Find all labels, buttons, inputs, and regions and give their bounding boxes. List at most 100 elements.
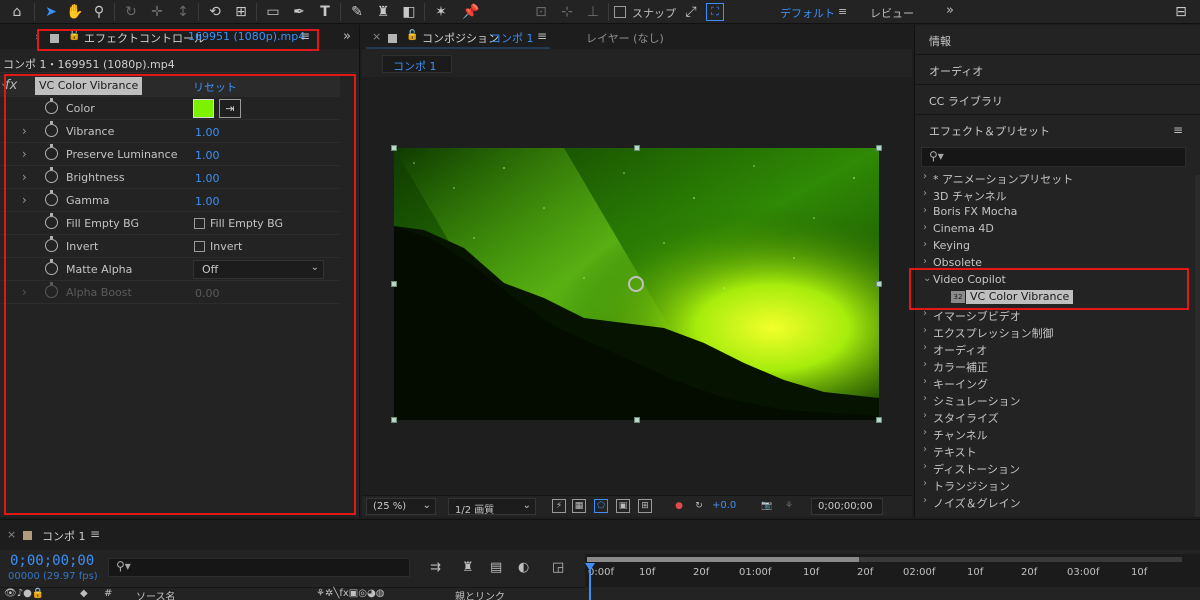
expand-chevron-icon[interactable]: › (923, 461, 927, 472)
draft-3d-icon[interactable]: ♜ (462, 560, 474, 575)
tree-item-distortion[interactable]: › ディストーション (915, 459, 1200, 476)
anchor-point-icon[interactable] (628, 276, 644, 292)
expand-chevron-icon[interactable]: › (923, 188, 927, 199)
brush-tool-icon[interactable]: ✎ (346, 2, 368, 22)
workspace-review[interactable]: レビュー (870, 5, 914, 21)
transform-handle[interactable] (876, 145, 882, 151)
snap-target-icon[interactable]: ⛶ (706, 3, 724, 21)
snap-checkbox[interactable] (614, 6, 626, 18)
effects-search-input[interactable]: ⚲▾ (921, 147, 1186, 167)
expand-chevron-icon[interactable]: › (923, 359, 927, 370)
tree-item-transition[interactable]: › トランジション (915, 476, 1200, 493)
comp-breadcrumb[interactable]: コンポ 1 (382, 55, 452, 73)
anchor-tool-icon[interactable]: ⊞ (230, 2, 252, 22)
pen-tool-icon[interactable]: ✒ (288, 2, 310, 22)
expand-chevron-icon[interactable]: › (923, 342, 927, 353)
camera-snapshot-icon[interactable]: 📷 (760, 499, 774, 513)
audio-panel-header[interactable]: オーディオ (915, 55, 1200, 85)
zoom-dropdown[interactable]: (25 %) ⌄ (366, 498, 436, 515)
switches-header-icon[interactable]: ⚘✲╲fx▣◎◕◍ (316, 588, 384, 599)
workspace-more-icon[interactable]: » (946, 3, 954, 18)
expand-chevron-icon[interactable]: › (923, 495, 927, 506)
tree-item-stylize[interactable]: › スタイライズ (915, 408, 1200, 425)
roto-brush-icon[interactable]: ✶ (430, 2, 452, 22)
type-tool-icon[interactable]: T (314, 2, 336, 22)
color-channels-icon[interactable]: ● (672, 499, 686, 513)
zoom-tool-icon[interactable]: ⚲ (88, 2, 110, 22)
workspace-menu-icon[interactable]: ≡ (838, 5, 847, 18)
av-features-icon[interactable]: 👁♪●🔒 (4, 588, 44, 599)
clone-stamp-icon[interactable]: ♜ (372, 2, 394, 22)
parent-link-header[interactable]: 親とリンク (455, 588, 505, 600)
motion-blur-icon[interactable]: ◐ (518, 560, 529, 575)
tree-item-noise-grain[interactable]: › ノイズ＆グレイン (915, 493, 1200, 510)
dolly-camera-icon[interactable]: ↕ (172, 2, 194, 22)
reset-exposure-icon[interactable]: ↻ (692, 499, 706, 513)
current-time-field[interactable]: 0;00;00;00 (811, 498, 883, 515)
rotate-tool-icon[interactable]: ⟲ (204, 2, 226, 22)
world-axis-icon[interactable]: ⊹ (556, 2, 578, 22)
home-icon[interactable]: ⌂ (6, 2, 28, 22)
transform-handle[interactable] (876, 417, 882, 423)
tree-item-simulation[interactable]: › シミュレーション (915, 391, 1200, 408)
panel-menu-icon[interactable]: ≡ (537, 29, 547, 43)
transform-handle[interactable] (634, 145, 640, 151)
hand-tool-icon[interactable]: ✋ (64, 2, 86, 22)
panel-menu-icon[interactable]: ≡ (1173, 123, 1183, 137)
eraser-tool-icon[interactable]: ◧ (398, 2, 420, 22)
workspace-panel-icon[interactable]: ⊟ (1170, 2, 1192, 22)
expand-chevron-icon[interactable]: › (923, 478, 927, 489)
show-snapshot-icon[interactable]: ⚘ (782, 499, 796, 513)
view-axis-icon[interactable]: ⊥ (582, 2, 604, 22)
region-of-interest-icon[interactable]: ▣ (616, 499, 630, 513)
tree-item-expression-controls[interactable]: › エクスプレッション制御 (915, 323, 1200, 340)
mask-visibility-icon[interactable]: ⬠ (594, 499, 608, 513)
composition-viewer[interactable] (362, 77, 912, 495)
grid-guides-icon[interactable]: ⊞ (638, 499, 652, 513)
fast-preview-icon[interactable]: ⚡ (552, 499, 566, 513)
info-panel-header[interactable]: 情報 (915, 25, 1200, 55)
expand-chevron-icon[interactable]: › (923, 256, 927, 267)
tree-item-animation-presets[interactable]: › * アニメーションプリセット (915, 169, 1200, 186)
transparency-grid-icon[interactable]: ▦ (572, 499, 586, 513)
current-time-indicator[interactable] (589, 566, 591, 600)
label-icon[interactable]: ◆ (80, 588, 88, 599)
tree-item-keying-jp[interactable]: › キーイング (915, 374, 1200, 391)
transform-handle[interactable] (391, 281, 397, 287)
expand-chevron-icon[interactable]: › (923, 427, 927, 438)
expand-chevron-icon[interactable]: › (923, 239, 927, 250)
workspace-default[interactable]: デフォルト (780, 5, 835, 21)
tree-item-cinema-4d[interactable]: › Cinema 4D (915, 220, 1200, 237)
rectangle-tool-icon[interactable]: ▭ (262, 2, 284, 22)
transform-handle[interactable] (634, 417, 640, 423)
pan-camera-icon[interactable]: ✛ (146, 2, 168, 22)
panel-overflow-icon[interactable]: » (343, 29, 351, 44)
tree-item-boris-fx-mocha[interactable]: › Boris FX Mocha (915, 203, 1200, 220)
expand-chevron-icon[interactable]: › (923, 376, 927, 387)
expand-chevron-icon[interactable]: › (923, 205, 927, 216)
graph-editor-icon[interactable]: ◲ (552, 560, 564, 575)
composition-tab-title[interactable]: コンポジション (422, 30, 499, 46)
composition-mini-flowchart-icon[interactable]: ⇉ (430, 560, 441, 575)
expand-chevron-icon[interactable]: › (923, 444, 927, 455)
snap-options-icon[interactable]: ⤢ (680, 2, 702, 22)
selection-tool-icon[interactable]: ➤ (40, 2, 62, 22)
tree-item-keying[interactable]: › Keying (915, 237, 1200, 254)
exposure-value[interactable]: +0.0 (712, 500, 736, 511)
timeline-search-input[interactable]: ⚲▾ (108, 558, 410, 577)
work-area-bar[interactable] (587, 557, 859, 562)
tree-item-color-correction[interactable]: › カラー補正 (915, 357, 1200, 374)
expand-chevron-icon[interactable]: › (923, 222, 927, 233)
frame-blending-icon[interactable]: ▤ (490, 560, 502, 575)
puppet-pin-icon[interactable]: 📌 (460, 2, 482, 22)
layer-tab[interactable]: レイヤー (なし) (586, 30, 664, 46)
lock-icon[interactable]: 🔓 (406, 30, 418, 41)
tree-item-audio[interactable]: › オーディオ (915, 340, 1200, 357)
expand-chevron-icon[interactable]: › (923, 325, 927, 336)
tree-item-text[interactable]: › テキスト (915, 442, 1200, 459)
panel-menu-icon[interactable]: ≡ (90, 527, 100, 541)
timeline-current-time[interactable]: 0;00;00;00 (10, 553, 94, 569)
expand-chevron-icon[interactable]: › (923, 393, 927, 404)
transform-handle[interactable] (391, 145, 397, 151)
effects-presets-panel-header[interactable]: エフェクト＆プリセット ≡ (915, 115, 1200, 145)
